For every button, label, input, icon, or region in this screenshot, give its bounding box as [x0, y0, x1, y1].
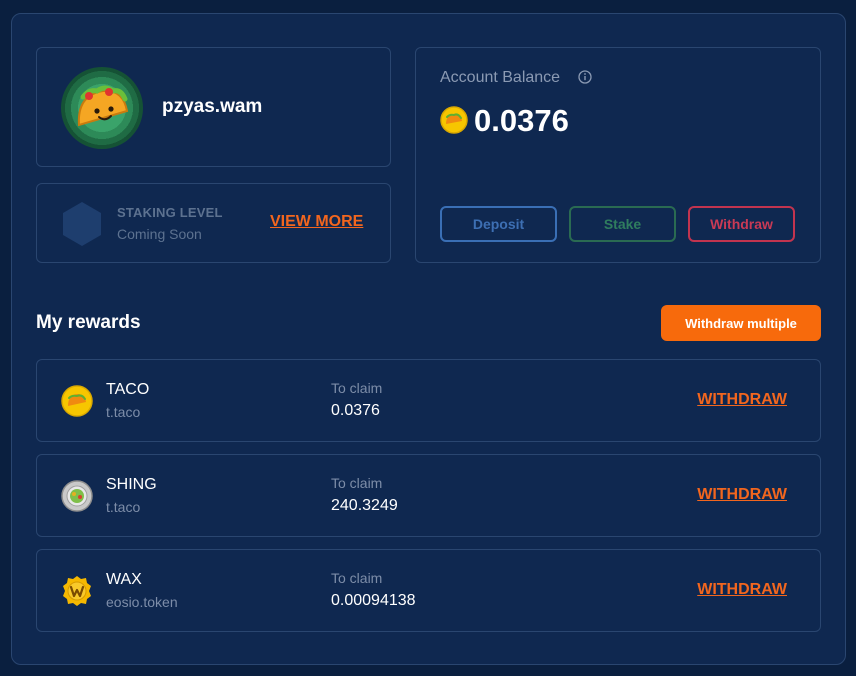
withdraw-multiple-button[interactable]: Withdraw multiple	[661, 305, 821, 341]
staking-card: STAKING LEVEL Coming Soon VIEW MORE	[36, 183, 391, 263]
withdraw-taco-link[interactable]: WITHDRAW	[697, 391, 787, 409]
account-balance-label: Account Balance	[440, 69, 561, 86]
reward-row-wax: WAX eosio.token To claim 0.00094138 WITH…	[36, 549, 821, 632]
taco-coin-icon	[61, 385, 93, 417]
withdraw-wax-link[interactable]: WITHDRAW	[697, 581, 787, 599]
reward-token-name: TACO	[106, 381, 150, 398]
reward-token-name: WAX	[106, 571, 142, 588]
staking-level-label: STAKING LEVEL	[117, 205, 223, 220]
reward-row-shing: SHING t.taco To claim 240.3249 WITHDRAW	[36, 454, 821, 537]
taco-avatar-icon	[61, 67, 143, 149]
to-claim-label: To claim	[331, 475, 383, 491]
username: pzyas.wam	[162, 96, 263, 117]
view-more-link[interactable]: VIEW MORE	[270, 213, 363, 231]
to-claim-amount: 240.3249	[331, 497, 398, 514]
to-claim-label: To claim	[331, 380, 383, 396]
reward-token-contract: t.taco	[106, 499, 141, 515]
withdraw-shing-link[interactable]: WITHDRAW	[697, 486, 787, 504]
rewards-title: My rewards	[36, 312, 141, 333]
to-claim-amount: 0.00094138	[331, 592, 416, 609]
reward-token-name: SHING	[106, 476, 157, 493]
wax-coin-icon	[63, 576, 91, 606]
taco-coin-icon	[440, 106, 468, 134]
stake-button[interactable]: Stake	[569, 206, 676, 242]
info-icon[interactable]	[578, 70, 592, 84]
reward-token-contract: t.taco	[106, 404, 141, 420]
to-claim-label: To claim	[331, 570, 383, 586]
reward-row-taco: TACO t.taco To claim 0.0376 WITHDRAW	[36, 359, 821, 442]
deposit-button[interactable]: Deposit	[440, 206, 557, 242]
staking-status: Coming Soon	[117, 226, 202, 242]
profile-card: pzyas.wam	[36, 47, 391, 167]
shing-coin-icon	[61, 480, 93, 512]
hexagon-icon	[63, 202, 101, 246]
to-claim-amount: 0.0376	[331, 402, 380, 419]
account-balance-value: 0.0376	[474, 103, 569, 138]
reward-token-contract: eosio.token	[106, 594, 178, 610]
account-balance-card: Account Balance 0.0376 Deposit Stake Wit…	[415, 47, 821, 263]
withdraw-button[interactable]: Withdraw	[688, 206, 795, 242]
